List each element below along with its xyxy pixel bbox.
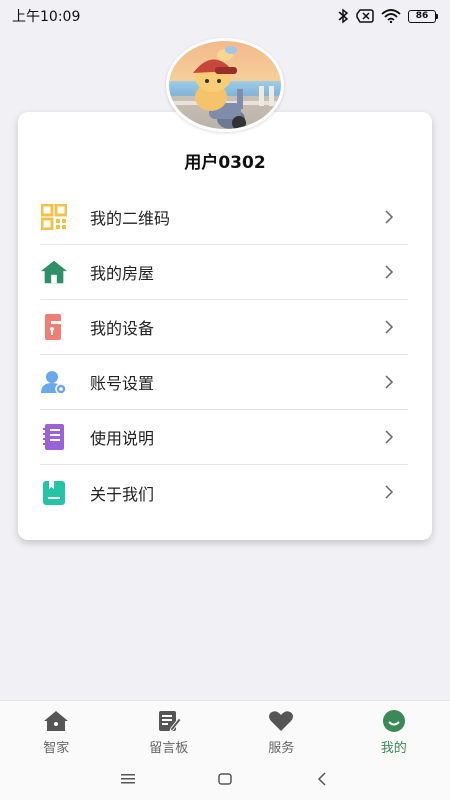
bluetooth-icon [338, 8, 349, 24]
tab-label: 留言板 [149, 741, 189, 756]
menu-item-my-devices[interactable]: 我的设备 [40, 300, 408, 355]
battery-icon: 86 [408, 9, 438, 23]
menu-label: 关于我们 [90, 484, 155, 504]
heart-icon [268, 709, 294, 733]
smile-face-icon [381, 709, 407, 733]
tab-label: 智家 [43, 741, 70, 756]
qr-code-icon [40, 203, 68, 231]
bottom-tab-bar: 智家 留言板 服务 我的 [0, 700, 450, 758]
status-time: 上午10:09 [12, 9, 81, 25]
tab-mine[interactable]: 我的 [338, 701, 450, 758]
menu-icon[interactable] [118, 769, 138, 789]
menu-item-instructions[interactable]: 使用说明 [40, 410, 408, 465]
battery-level: 86 [408, 9, 436, 23]
menu-label: 我的二维码 [90, 209, 171, 228]
tab-services[interactable]: 服务 [225, 701, 338, 758]
tab-smart-home[interactable]: 智家 [0, 701, 113, 758]
tab-label: 服务 [268, 741, 295, 756]
notebook-icon [40, 423, 68, 451]
user-settings-icon [40, 368, 68, 396]
chevron-right-icon [385, 485, 394, 499]
back-icon[interactable] [312, 769, 332, 789]
chevron-right-icon [385, 430, 394, 444]
tab-label: 我的 [380, 741, 407, 756]
message-board-icon [156, 709, 182, 733]
tab-message-board[interactable]: 留言板 [113, 701, 226, 758]
menu-item-account-settings[interactable]: 账号设置 [40, 355, 408, 410]
status-bar: 上午10:09 86 [0, 0, 450, 32]
menu-item-my-house[interactable]: 我的房屋 [40, 245, 408, 300]
menu-item-about-us[interactable]: 关于我们 [40, 465, 408, 520]
username: 用户0302 [184, 153, 266, 173]
status-icons: 86 [337, 8, 438, 24]
menu-label: 我的设备 [90, 319, 155, 338]
wifi-icon [381, 9, 401, 23]
home-button-icon[interactable] [215, 769, 235, 789]
about-icon [40, 479, 68, 507]
chevron-right-icon [385, 210, 394, 224]
menu-item-qr-code[interactable]: 我的二维码 [40, 190, 408, 245]
chevron-right-icon [385, 375, 394, 389]
chevron-right-icon [385, 265, 394, 279]
house-icon [40, 258, 68, 286]
door-lock-icon [40, 313, 68, 341]
menu-label: 使用说明 [90, 429, 155, 448]
menu-label: 我的房屋 [90, 264, 155, 283]
avatar[interactable] [166, 38, 284, 132]
system-nav-bar [0, 758, 450, 800]
menu-list: 我的二维码 我的房屋 我的设备 账号设置 使用说明 关于我们 [40, 190, 408, 520]
menu-label: 账号设置 [90, 374, 155, 393]
home-icon [43, 709, 69, 733]
chevron-right-icon [385, 320, 394, 334]
no-sim-icon [356, 9, 374, 23]
